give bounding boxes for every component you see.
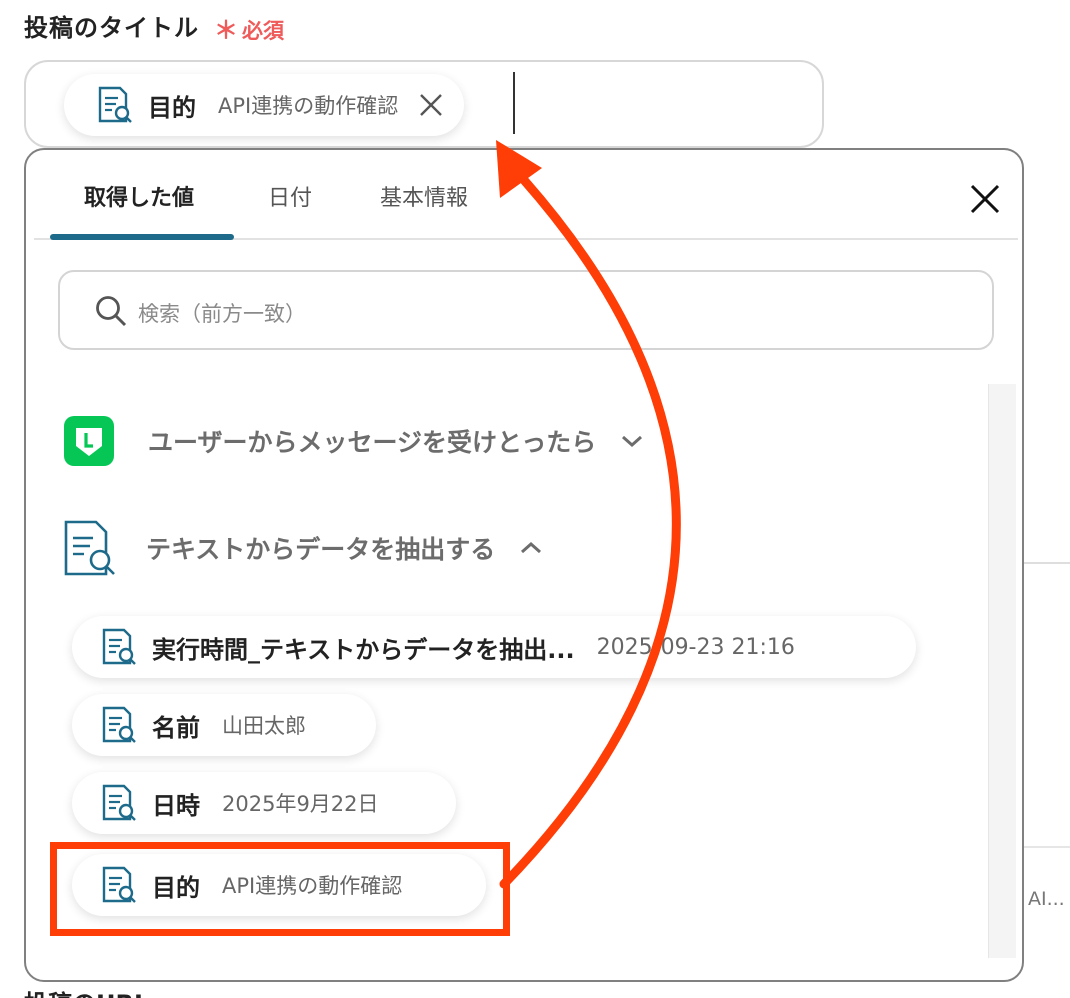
scrollbar[interactable] [988,384,1016,958]
background-divider [1024,846,1070,848]
document-search-icon [102,706,136,743]
required-text: 必須 [242,19,284,43]
annotation-highlight-box [50,842,510,936]
item-name: 名前 [152,713,200,742]
line-app-icon [64,416,114,466]
search-input[interactable]: 検索（前方一致） [58,270,994,350]
search-placeholder: 検索（前方一致） [138,302,306,326]
next-field-label: 投稿のURL [24,984,149,998]
document-search-icon [64,520,115,576]
document-search-icon [98,86,132,123]
value-item-name[interactable]: 名前 山田太郎 [72,694,376,756]
token-name: 目的 [148,93,196,122]
value-item-exec-time[interactable]: 実行時間_テキストからデータを抽出... 2025-09-23 21:16 [72,616,916,678]
active-tab-indicator [50,234,234,240]
background-divider [1024,562,1070,564]
tab-bar: 取得した値 日付 基本情報 [34,150,1018,240]
search-icon [96,296,127,327]
selected-token[interactable]: 目的 API連携の動作確認 [64,74,465,136]
section-message-received[interactable]: ユーザーからメッセージを受けとったら [64,416,644,466]
token-value: API連携の動作確認 [218,94,399,118]
required-badge: ＊必須 [214,10,284,45]
item-name: 実行時間_テキストからデータを抽出... [152,635,575,664]
chevron-down-icon [622,435,643,448]
section-label: ユーザーからメッセージを受けとったら [148,428,597,457]
section-label: テキストからデータを抽出する [146,535,496,564]
item-value: 2025年9月22日 [222,792,379,816]
tab-acquired-values[interactable]: 取得した値 [84,180,194,212]
section-extract-data[interactable]: テキストからデータを抽出する [60,518,543,578]
remove-token-icon[interactable] [416,90,446,120]
item-value: 2025-09-23 21:16 [596,634,795,660]
text-caret [513,72,515,134]
tab-date[interactable]: 日付 [268,180,312,212]
close-icon[interactable] [968,182,1002,216]
tab-basic-info[interactable]: 基本情報 [380,180,468,212]
item-value: 山田太郎 [222,714,306,738]
item-name: 日時 [152,791,200,820]
background-truncated-text: AI... [1028,888,1065,910]
document-search-icon [102,784,136,821]
chevron-up-icon [521,541,542,554]
field-label: 投稿のタイトル [24,14,199,42]
value-item-datetime[interactable]: 日時 2025年9月22日 [72,772,456,834]
document-search-icon [102,628,136,665]
required-asterisk: ＊ [214,16,238,44]
